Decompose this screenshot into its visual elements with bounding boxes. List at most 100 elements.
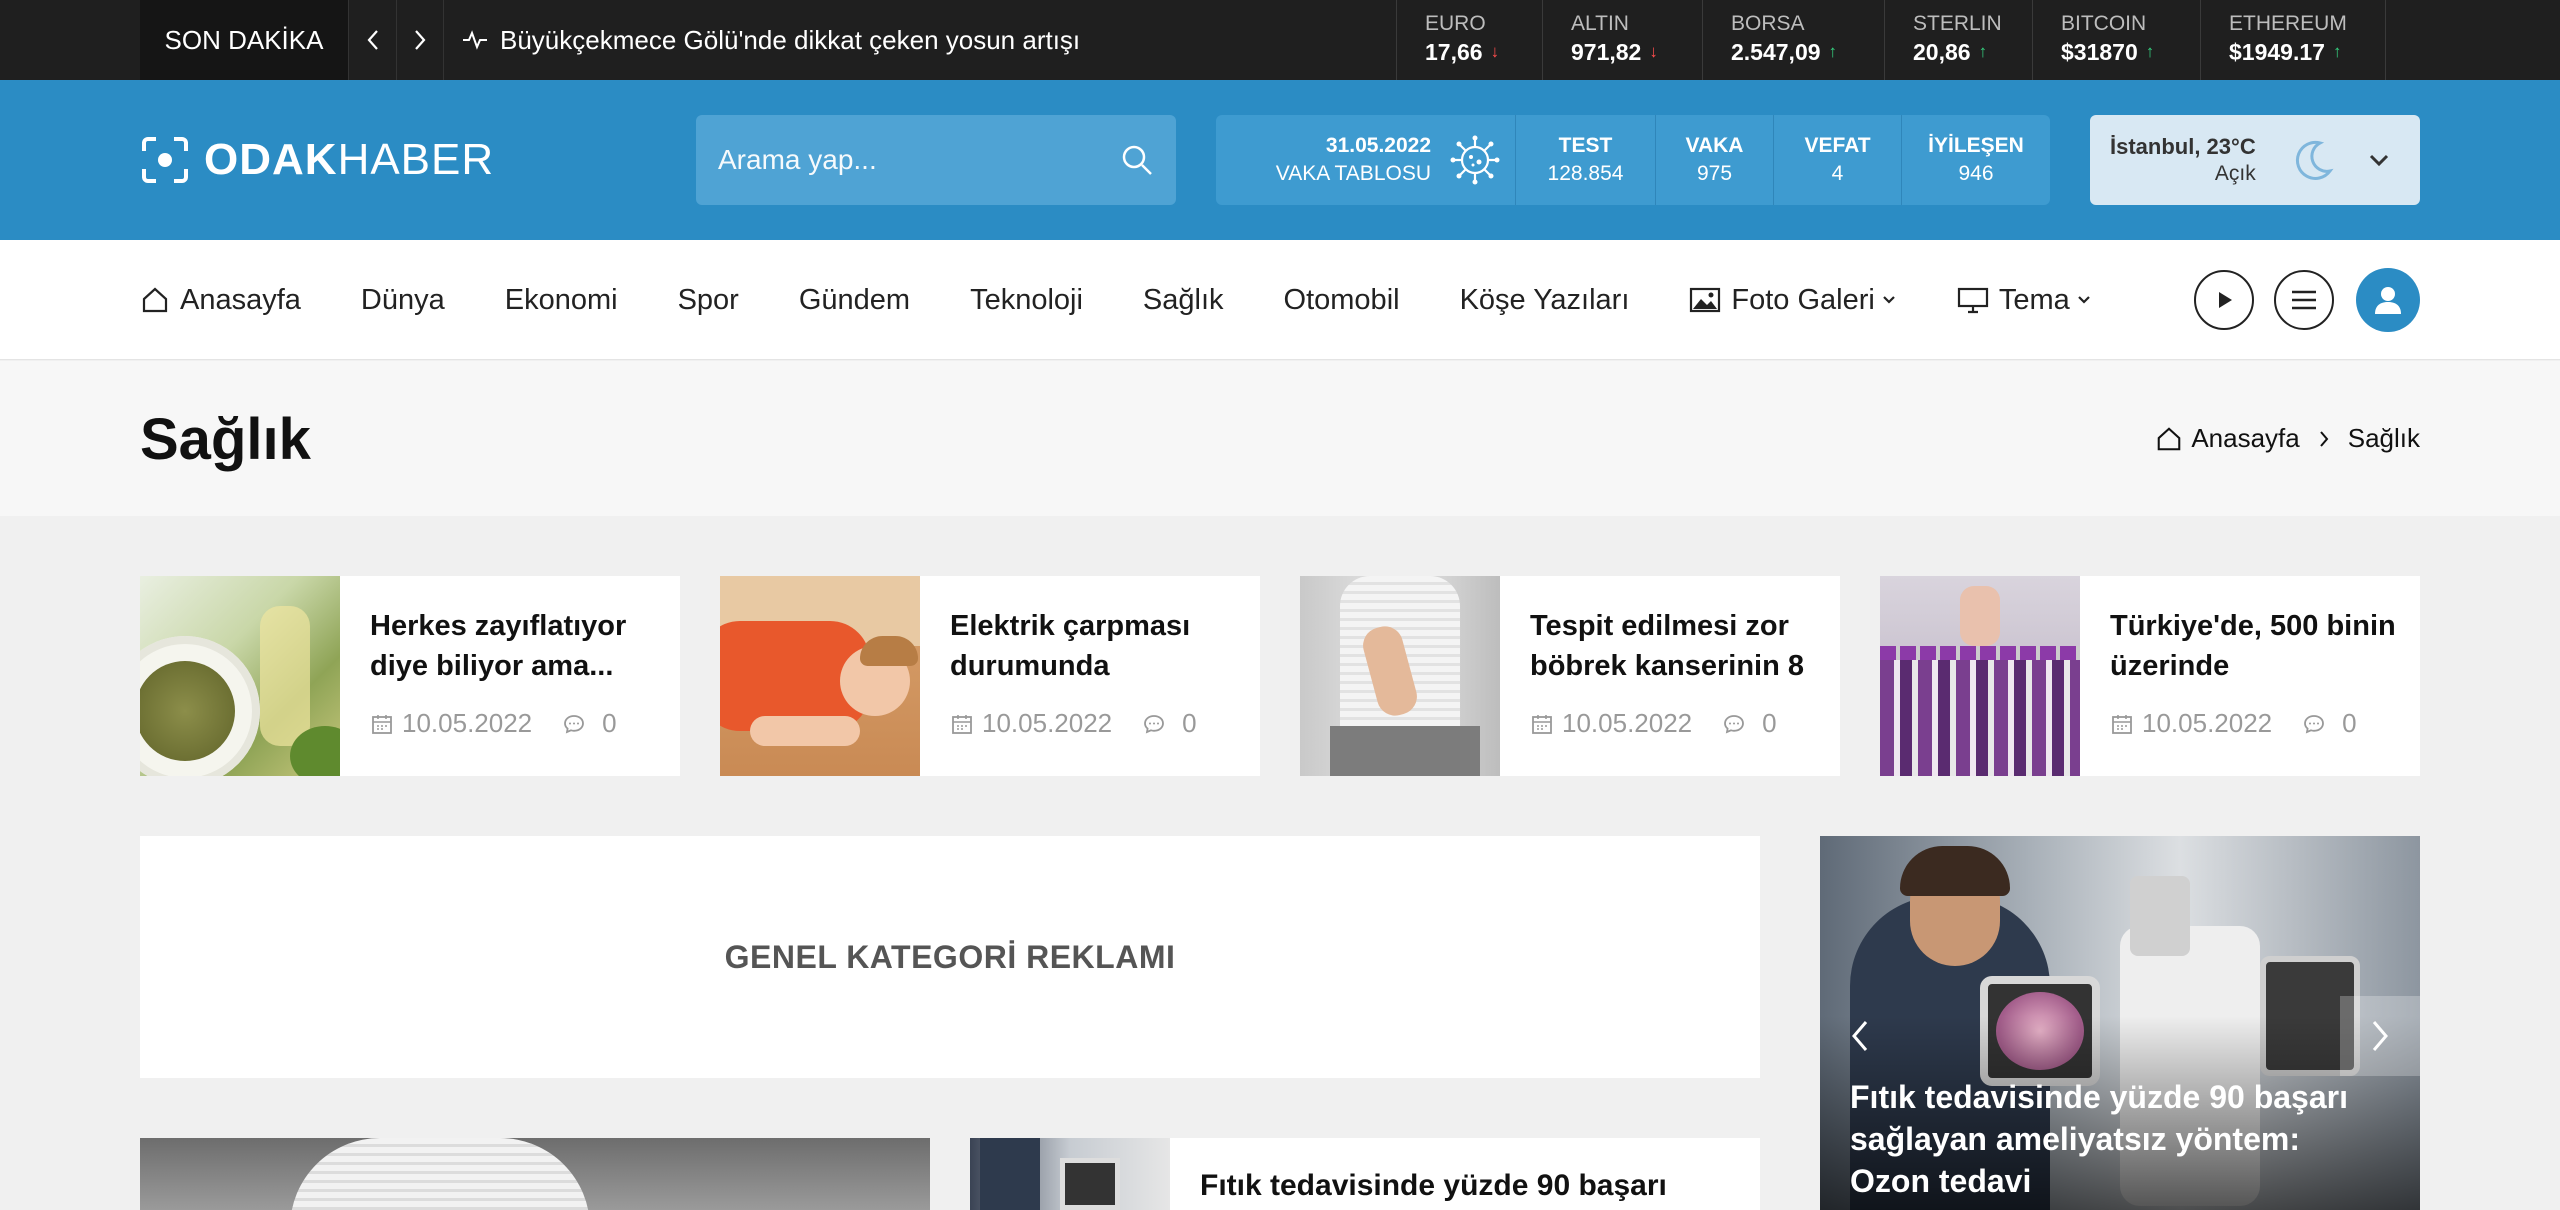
nav-item-ekonomi[interactable]: Ekonomi xyxy=(505,284,618,317)
nav-item-gundem[interactable]: Gündem xyxy=(799,284,910,317)
breadcrumb-home[interactable]: Anasayfa xyxy=(2155,423,2300,454)
featured-news-image[interactable] xyxy=(140,1138,930,1210)
nav-item-kose-yazilari[interactable]: Köşe Yazıları xyxy=(1460,284,1630,317)
stat-value: 946 xyxy=(1958,162,1994,185)
currency-euro[interactable]: EURO 17,66 ↓ xyxy=(1396,0,1542,80)
breaking-news-item[interactable]: Büyükçekmece Gölü'nde dikkat çeken yosun… xyxy=(462,0,1080,80)
currency-sterlin[interactable]: STERLIN 20,86 ↑ xyxy=(1884,0,2030,80)
slider-prev-button[interactable] xyxy=(1820,996,1900,1076)
currency-bitcoin[interactable]: BITCOIN $31870 ↑ xyxy=(2032,0,2198,80)
covid-table-label: VAKA TABLOSU xyxy=(1275,162,1431,185)
news-comments: 0 xyxy=(602,708,617,738)
nav-label: Tema xyxy=(1998,283,2070,316)
user-button[interactable] xyxy=(2356,268,2420,332)
currency-name: ETHEREUM xyxy=(2229,12,2347,35)
currency-ethereum[interactable]: ETHEREUM $1949.17 ↑ xyxy=(2200,0,2386,80)
news-list-item[interactable]: Fıtık tedavisinde yüzde 90 başarı xyxy=(970,1138,1760,1210)
news-title: Türkiye'de, 500 binin üzerinde xyxy=(2110,610,2396,682)
comment-icon xyxy=(2304,714,2325,733)
nav-item-home[interactable]: Anasayfa xyxy=(140,284,301,317)
arrow-up-icon: ↑ xyxy=(1828,42,1838,61)
breaking-prev-button[interactable] xyxy=(348,0,396,80)
news-date: 10.05.2022 xyxy=(1562,708,1693,738)
breadcrumb: Anasayfa Sağlık xyxy=(2155,423,2420,454)
news-comments: 0 xyxy=(1182,708,1197,738)
slider-caption: Fıtık tedavisinde yüzde 90 başarı sağlay… xyxy=(1850,1079,2348,1199)
image-icon xyxy=(1690,287,1721,313)
search-icon[interactable] xyxy=(1120,143,1154,177)
home-icon xyxy=(142,287,168,313)
focus-logo-icon xyxy=(142,137,188,183)
weather-widget[interactable]: İstanbul, 23°C Açık xyxy=(2090,115,2420,205)
covid-stat-test: TEST 128.854 xyxy=(1516,115,1656,205)
news-card[interactable]: Türkiye'de, 500 binin üzerinde 10.05.202… xyxy=(1880,576,2420,776)
nav-item-foto-galeri[interactable]: Foto Galeri xyxy=(1689,284,1896,317)
moon-icon xyxy=(2295,140,2334,180)
chevron-left-icon xyxy=(1852,1021,1868,1051)
news-title: Elektrik çarpması durumunda xyxy=(950,610,1191,682)
page-title-bar: Sağlık Anasayfa Sağlık xyxy=(0,361,2560,516)
chevron-right-icon xyxy=(2372,1021,2388,1051)
search-input[interactable] xyxy=(718,144,1120,176)
ad-banner[interactable]: GENEL KATEGORİ REKLAMI xyxy=(140,836,1760,1078)
currency-gold[interactable]: ALTIN 971,82 ↓ xyxy=(1542,0,1688,80)
news-card[interactable]: Herkes zayıflatıyor diye biliyor ama... … xyxy=(140,576,680,776)
site-logo[interactable]: ODAKHABER xyxy=(140,135,494,185)
chevron-down-icon[interactable] xyxy=(2366,147,2392,173)
currency-name: BITCOIN xyxy=(2061,12,2147,35)
calendar-icon xyxy=(372,714,392,734)
home-icon xyxy=(2158,426,2181,450)
ad-label: GENEL KATEGORİ REKLAMI xyxy=(724,938,1176,975)
chevron-left-icon xyxy=(367,30,378,50)
nav-label: Otomobil xyxy=(1283,283,1400,316)
nav-item-saglik[interactable]: Sağlık xyxy=(1143,284,1224,317)
nav-item-tema[interactable]: Tema xyxy=(1957,284,2092,317)
nav-label: Gündem xyxy=(798,283,911,316)
nav-label: Ekonomi xyxy=(504,283,618,316)
nav-item-dunya[interactable]: Dünya xyxy=(361,284,445,317)
news-thumbnail xyxy=(1300,576,1500,776)
comment-icon xyxy=(1724,714,1745,733)
stat-value: 128.854 xyxy=(1547,162,1624,185)
covid-stat-vaka: VAKA 975 xyxy=(1656,115,1774,205)
nav-item-spor[interactable]: Spor xyxy=(678,284,739,317)
news-title: Herkes zayıflatıyor diye biliyor ama... xyxy=(370,610,627,682)
currency-borsa[interactable]: BORSA 2.547,09 ↑ xyxy=(1702,0,1866,80)
weather-city: İstanbul, 23°C xyxy=(2110,134,2256,159)
play-button[interactable] xyxy=(2194,270,2254,330)
nav-label: Anasayfa xyxy=(180,283,301,316)
currency-name: EURO xyxy=(1425,12,1486,35)
currency-value: 20,86 xyxy=(1913,39,1971,65)
news-title: Tespit edilmesi zor böbrek kanserinin 8 xyxy=(1530,610,1804,682)
nav-label: Dünya xyxy=(360,283,445,316)
news-card[interactable]: Tespit edilmesi zor böbrek kanserinin 8 … xyxy=(1300,576,1840,776)
chevron-right-icon xyxy=(415,30,426,50)
stat-label: VEFAT xyxy=(1804,134,1871,157)
nav-item-teknoloji[interactable]: Teknoloji xyxy=(970,284,1083,317)
stat-label: VAKA xyxy=(1685,134,1744,157)
breaking-next-button[interactable] xyxy=(396,0,444,80)
covid-table[interactable]: 31.05.2022 VAKA TABLOSU TEST 128.854 VAK… xyxy=(1216,115,2050,205)
comment-icon xyxy=(1144,714,1165,733)
hamburger-icon xyxy=(2292,290,2316,310)
currency-value: 2.547,09 xyxy=(1731,39,1821,65)
nav-item-otomobil[interactable]: Otomobil xyxy=(1284,284,1400,317)
calendar-icon xyxy=(2112,714,2132,734)
user-icon xyxy=(2375,287,2401,314)
news-card[interactable]: Elektrik çarpması durumunda 10.05.2022 0 xyxy=(720,576,1260,776)
stat-value: 975 xyxy=(1696,162,1733,185)
currency-value: 971,82 xyxy=(1571,39,1642,65)
menu-button[interactable] xyxy=(2274,270,2334,330)
breaking-news-text: Büyükçekmece Gölü'nde dikkat çeken yosun… xyxy=(500,24,1081,55)
comment-icon xyxy=(564,714,585,733)
stat-value: 4 xyxy=(1831,162,1844,185)
arrow-up-icon: ↑ xyxy=(2145,42,2155,61)
news-thumbnail xyxy=(720,576,920,776)
news-comments: 0 xyxy=(1762,708,1777,738)
slider-next-button[interactable] xyxy=(2340,996,2420,1076)
news-comments: 0 xyxy=(2342,708,2357,738)
featured-slider[interactable]: Fıtık tedavisinde yüzde 90 başarı sağlay… xyxy=(1820,836,2420,1210)
monitor-icon xyxy=(1957,287,1988,314)
main-nav: Anasayfa Dünya Ekonomi Spor Gündem Tekno… xyxy=(0,240,2560,360)
breadcrumb-home-label: Anasayfa xyxy=(2191,423,2300,453)
